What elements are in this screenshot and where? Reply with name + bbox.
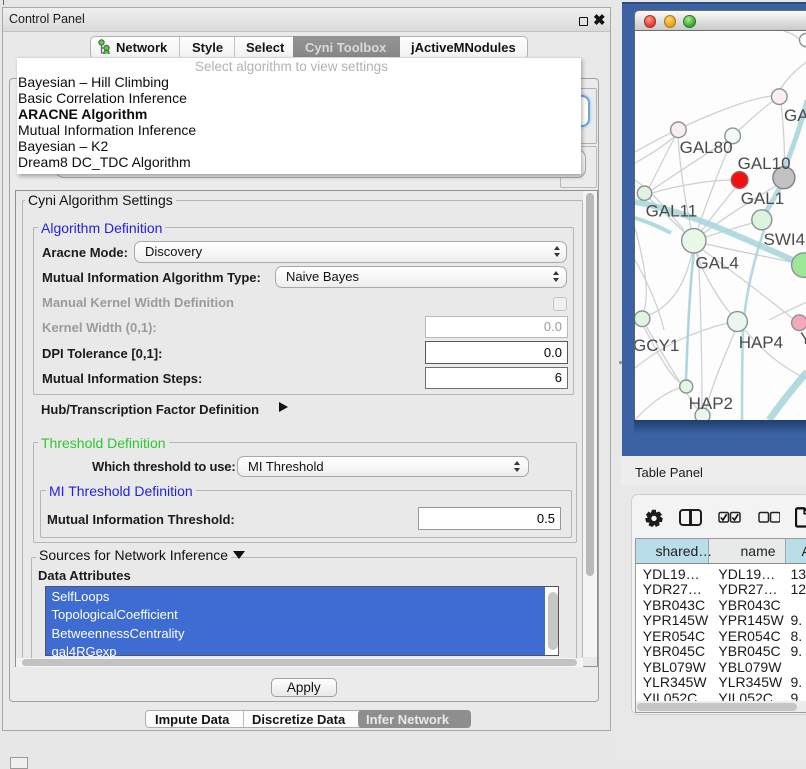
svg-text:GCY1: GCY1 (635, 336, 679, 355)
svg-text:HAP4: HAP4 (739, 333, 783, 352)
svg-text:GAL7: GAL7 (784, 106, 806, 125)
svg-text:GAL1: GAL1 (741, 189, 784, 208)
svg-text:HAP2: HAP2 (689, 394, 733, 413)
svg-text:GAL10: GAL10 (738, 154, 791, 173)
svg-text:GAL11: GAL11 (646, 202, 698, 221)
svg-text:GAL80: GAL80 (680, 138, 733, 157)
svg-text:GAL4: GAL4 (695, 254, 738, 273)
svg-text:SWI4: SWI4 (764, 230, 806, 249)
svg-text:YJ: YJ (800, 329, 806, 348)
